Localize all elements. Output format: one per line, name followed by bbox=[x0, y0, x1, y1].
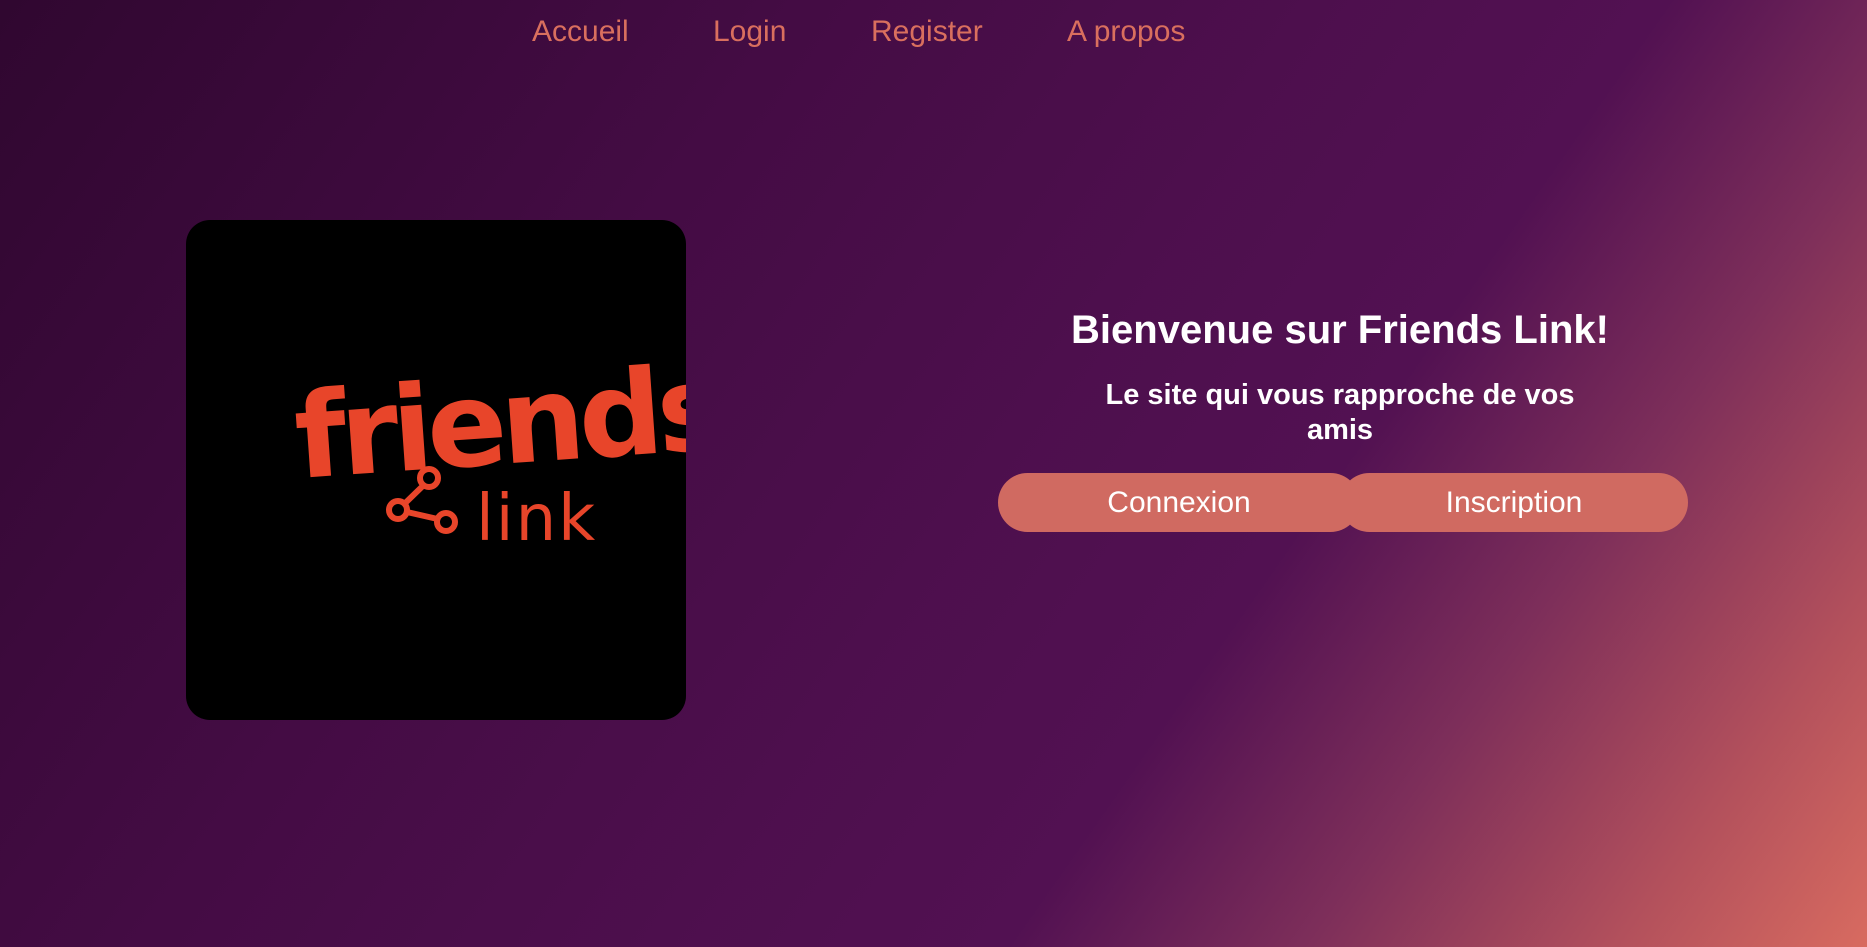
nav-link-a-propos[interactable]: A propos bbox=[1067, 14, 1185, 50]
welcome-title: Bienvenue sur Friends Link! bbox=[1071, 308, 1609, 352]
connexion-button[interactable]: Connexion bbox=[998, 473, 1360, 532]
nav-link-register[interactable]: Register bbox=[871, 14, 983, 50]
nav-link-accueil[interactable]: Accueil bbox=[532, 14, 629, 50]
logo-word-friends: friends bbox=[290, 338, 686, 505]
inscription-button[interactable]: Inscription bbox=[1340, 473, 1688, 532]
top-navigation: Accueil Login Register A propos bbox=[0, 0, 1867, 64]
logo-graphic: friends link bbox=[290, 338, 686, 556]
nav-link-login[interactable]: Login bbox=[713, 14, 786, 50]
friends-link-logo: friends link bbox=[186, 220, 686, 720]
welcome-subtitle: Le site qui vous rapproche de vos amis bbox=[1105, 379, 1575, 446]
logo-word-link: link bbox=[476, 482, 597, 556]
